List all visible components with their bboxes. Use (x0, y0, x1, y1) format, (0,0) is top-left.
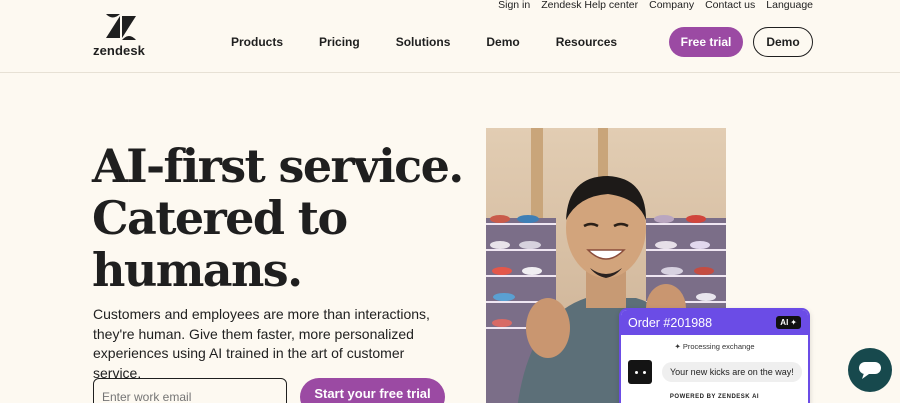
chat-bubble-icon (859, 362, 881, 379)
ai-badge: AI ✦ (776, 316, 801, 329)
hero-title-line: AI-first service. (92, 139, 464, 193)
chat-message: Your new kicks are on the way! (621, 360, 808, 384)
site-header: Sign in Zendesk Help center Company Cont… (0, 0, 900, 73)
zendesk-logo[interactable]: zendesk (93, 14, 153, 58)
sparkle-icon: ✦ (790, 318, 797, 327)
company-link[interactable]: Company (649, 0, 694, 11)
main-nav: Products Pricing Solutions Demo Resource… (231, 35, 653, 49)
sign-in-link[interactable]: Sign in (498, 0, 530, 11)
order-card-header: Order #201988 AI ✦ (621, 310, 808, 335)
processing-status: ✦ Processing exchange (621, 342, 808, 351)
bot-avatar (628, 360, 652, 384)
message-bubble: Your new kicks are on the way! (662, 362, 802, 382)
logo-wordmark: zendesk (93, 43, 146, 58)
processing-text: Processing exchange (682, 342, 755, 351)
nav-products[interactable]: Products (231, 35, 283, 49)
utility-nav: Sign in Zendesk Help center Company Cont… (498, 0, 813, 11)
sparkle-icon: ✦ (674, 342, 681, 351)
help-center-link[interactable]: Zendesk Help center (541, 0, 638, 11)
demo-button[interactable]: Demo (753, 27, 813, 57)
nav-resources[interactable]: Resources (556, 35, 617, 49)
ai-badge-label: AI (780, 318, 789, 327)
language-link[interactable]: Language (766, 0, 813, 11)
order-chat-card: Order #201988 AI ✦ ✦ Processing exchange… (619, 308, 810, 403)
powered-by-label: POWERED BY ZENDESK AI (669, 394, 760, 400)
free-trial-button[interactable]: Free trial (669, 27, 743, 57)
hero-description: Customers and employees are more than in… (93, 306, 430, 381)
chat-launcher-button[interactable] (848, 348, 892, 392)
contact-us-link[interactable]: Contact us (705, 0, 755, 11)
nav-demo[interactable]: Demo (486, 35, 519, 49)
nav-solutions[interactable]: Solutions (396, 35, 451, 49)
hero-title: AI-first service. Catered to humans. (92, 140, 472, 296)
zendesk-z-icon (106, 14, 136, 40)
hero-title-line: humans. (92, 243, 303, 297)
hero-title-line: Catered to (92, 191, 348, 245)
work-email-input[interactable] (93, 378, 287, 403)
nav-pricing[interactable]: Pricing (319, 35, 360, 49)
start-free-trial-button[interactable]: Start your free trial (300, 378, 445, 403)
order-number: Order #201988 (628, 315, 713, 330)
